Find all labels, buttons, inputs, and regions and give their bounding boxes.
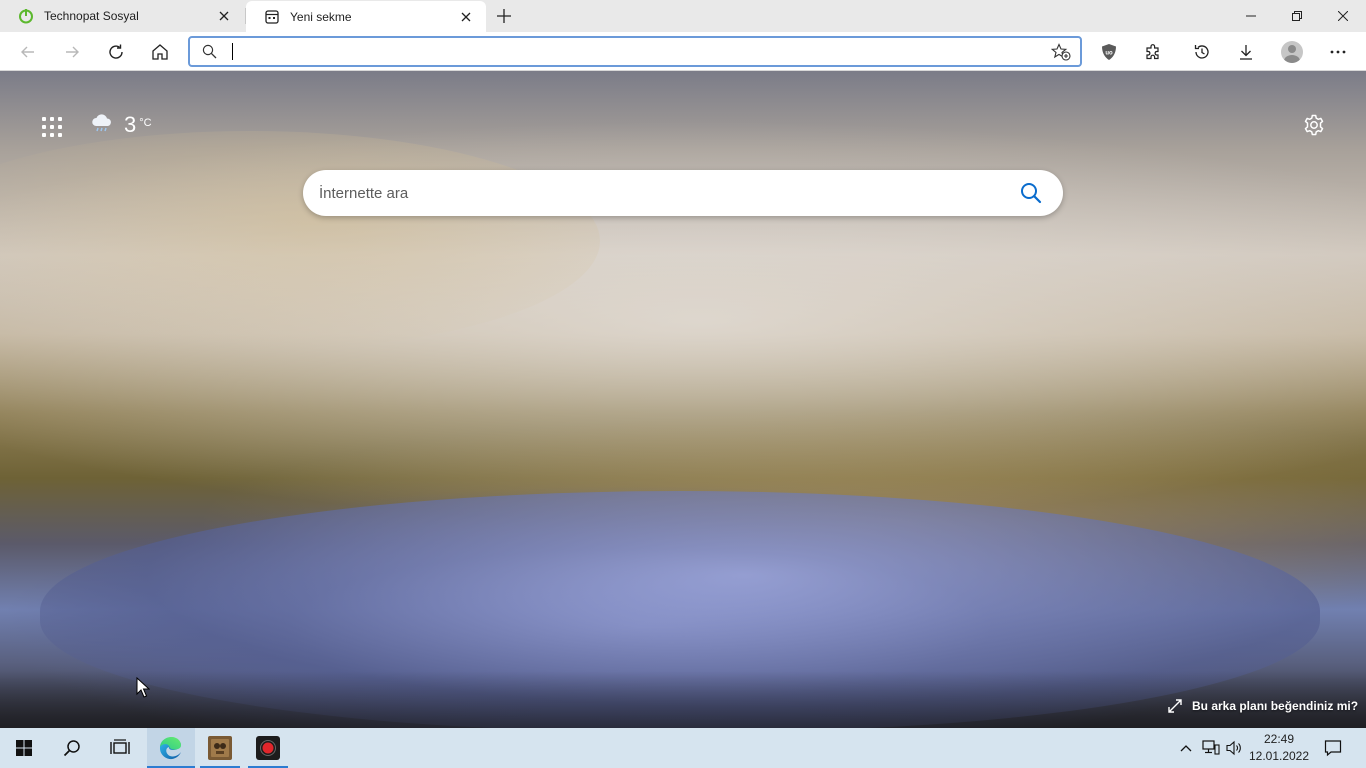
- temperature-unit: °C: [139, 117, 152, 129]
- close-icon: [1338, 11, 1348, 21]
- speaker-icon: [1226, 740, 1241, 756]
- star-add-icon: [1051, 43, 1071, 61]
- expand-icon: [1168, 699, 1182, 713]
- web-search-input[interactable]: [319, 182, 999, 204]
- technopat-favicon-icon: [18, 8, 34, 24]
- tab-new-tab[interactable]: Yeni sekme: [246, 1, 486, 32]
- downloads-button[interactable]: [1230, 36, 1262, 68]
- add-favorite-button[interactable]: [1050, 42, 1072, 62]
- close-window-button[interactable]: [1320, 0, 1366, 32]
- app-thumbnail-icon: [208, 736, 232, 760]
- task-view-icon: [110, 739, 130, 754]
- clock[interactable]: 22:49 12.01.2022: [1246, 731, 1312, 765]
- plus-icon: [497, 9, 511, 23]
- notifications-button[interactable]: [1320, 728, 1346, 768]
- arrow-left-icon: [21, 46, 34, 58]
- browser-toolbar: uo: [0, 32, 1366, 71]
- more-horizontal-icon: [1330, 50, 1346, 54]
- svg-text:uo: uo: [1105, 51, 1113, 57]
- edge-browser-icon: [159, 737, 182, 760]
- minimize-icon: [1246, 15, 1256, 17]
- home-icon: [152, 44, 168, 60]
- extensions-button[interactable]: [1137, 36, 1169, 68]
- new-tab-button[interactable]: [492, 4, 516, 28]
- record-icon: [256, 736, 280, 760]
- taskbar-app-photo[interactable]: [196, 728, 244, 768]
- tab-strip: Technopat Sosyal Yeni sekme: [0, 0, 1366, 32]
- home-button[interactable]: [144, 36, 176, 68]
- taskbar-search-button[interactable]: [48, 728, 96, 768]
- profile-button[interactable]: [1276, 36, 1308, 68]
- address-input[interactable]: [230, 41, 1030, 62]
- forward-button[interactable]: [56, 36, 88, 68]
- arrow-right-icon: [66, 46, 79, 58]
- minimize-button[interactable]: [1228, 0, 1274, 32]
- close-tab-icon[interactable]: [214, 6, 234, 26]
- text-caret: [232, 43, 233, 60]
- clock-time: 22:49: [1263, 732, 1295, 746]
- page-settings-button[interactable]: [1302, 113, 1326, 137]
- new-tab-page: 3 °C Bu arka planı beğendiniz mi?: [0, 71, 1366, 728]
- tab-label: Yeni sekme: [290, 9, 352, 24]
- search-icon: [1021, 183, 1042, 204]
- restore-button[interactable]: [1274, 0, 1320, 32]
- tab-label: Technopat Sosyal: [44, 9, 139, 23]
- weather-widget[interactable]: 3 °C: [90, 111, 152, 139]
- download-icon: [1240, 45, 1252, 60]
- network-icon: [1202, 740, 1220, 755]
- history-button[interactable]: [1186, 36, 1218, 68]
- show-hidden-icons-button[interactable]: [1176, 728, 1196, 768]
- web-search-box[interactable]: [303, 170, 1063, 216]
- search-submit-button[interactable]: [1019, 181, 1043, 205]
- refresh-icon: [109, 44, 123, 59]
- app-launcher-icon[interactable]: [40, 115, 64, 139]
- mouse-cursor-icon: [136, 676, 151, 704]
- settings-menu-button[interactable]: [1322, 36, 1354, 68]
- tab-technopat[interactable]: Technopat Sosyal: [0, 0, 244, 32]
- shield-icon: uo: [1102, 44, 1116, 60]
- new-tab-page-icon: [264, 9, 280, 25]
- close-tab-icon[interactable]: [456, 7, 476, 27]
- puzzle-icon: [1146, 44, 1159, 60]
- volume-button[interactable]: [1224, 728, 1246, 768]
- background-image: [0, 131, 600, 351]
- refresh-button[interactable]: [100, 36, 132, 68]
- background-feedback-link[interactable]: Bu arka planı beğendiniz mi?: [1168, 699, 1358, 713]
- chevron-up-icon: [1180, 745, 1192, 752]
- avatar: [1281, 41, 1303, 63]
- gear-icon: [1304, 114, 1324, 136]
- notification-icon: [1324, 740, 1342, 757]
- windows-logo-icon: [16, 740, 32, 756]
- background-image-shore: [0, 671, 1366, 728]
- windows-taskbar: 22:49 12.01.2022: [0, 728, 1366, 768]
- clock-date: 12.01.2022: [1248, 749, 1310, 763]
- restore-icon: [1292, 11, 1302, 21]
- search-icon: [202, 44, 217, 64]
- search-icon: [63, 740, 80, 757]
- ublock-extension-button[interactable]: uo: [1093, 36, 1125, 68]
- temperature: 3: [124, 112, 137, 137]
- back-button[interactable]: [12, 36, 44, 68]
- history-icon: [1194, 45, 1209, 59]
- task-view-button[interactable]: [96, 728, 144, 768]
- taskbar-edge[interactable]: [147, 728, 195, 768]
- network-button[interactable]: [1200, 728, 1222, 768]
- taskbar-app-recorder[interactable]: [244, 728, 292, 768]
- cloud-rain-icon: [92, 114, 111, 132]
- start-button[interactable]: [0, 728, 48, 768]
- background-feedback-text: Bu arka planı beğendiniz mi?: [1192, 699, 1359, 713]
- address-bar[interactable]: [188, 36, 1082, 67]
